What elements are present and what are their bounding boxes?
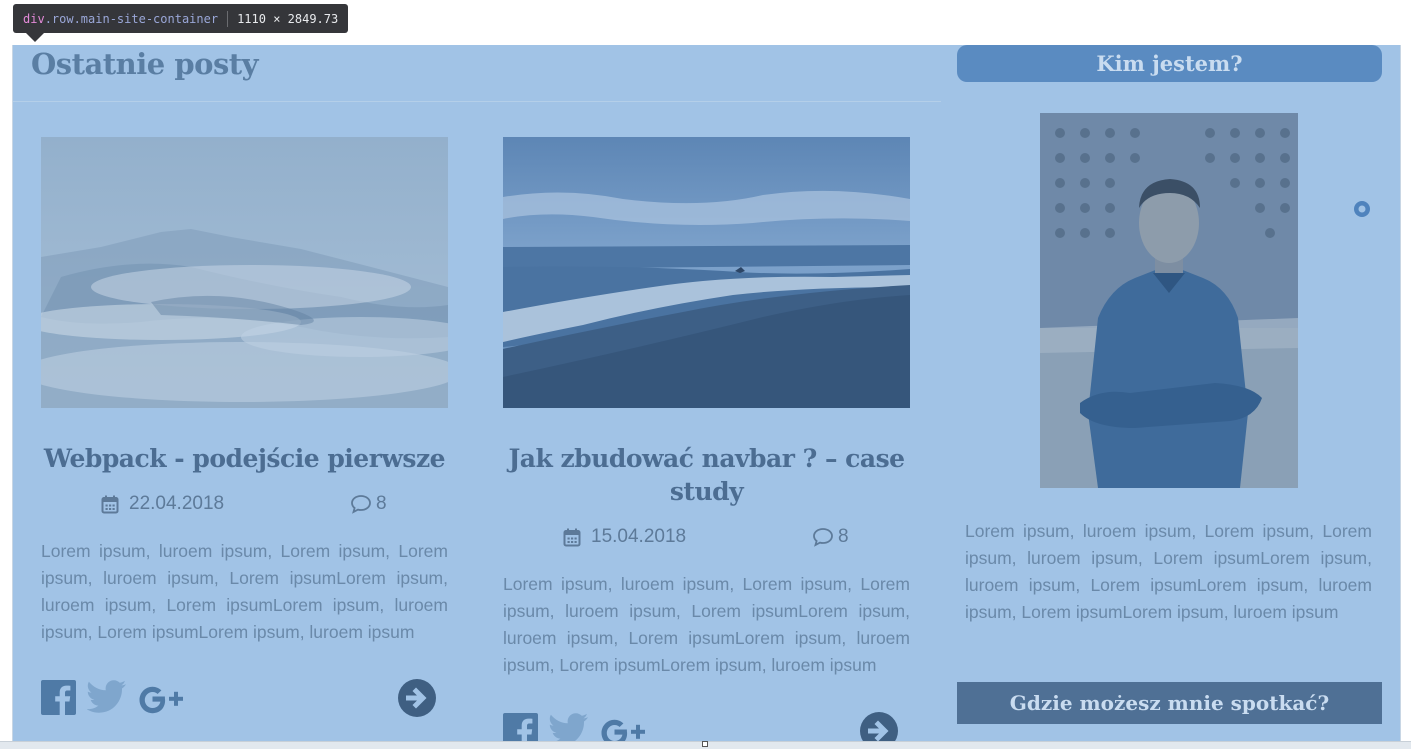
comment-icon xyxy=(813,528,833,547)
tooltip-classes: .row.main-site-container xyxy=(44,11,219,26)
meet-heading: Gdzie możesz mnie spotkać? xyxy=(957,682,1382,724)
post-meta: 15.04.2018 8 xyxy=(503,520,910,554)
arrow-right-circle-icon[interactable] xyxy=(397,678,437,718)
tooltip-arrow xyxy=(26,33,44,42)
facebook-icon[interactable] xyxy=(41,680,76,715)
post-thumbnail-misty-mountain[interactable] xyxy=(41,137,448,408)
section-title: Ostatnie posty xyxy=(31,47,259,81)
resize-handle[interactable] xyxy=(702,741,708,747)
calendar-icon xyxy=(101,495,119,513)
post-card: Webpack - podejście pierwsze 22.04.2018 … xyxy=(41,137,448,720)
title-divider xyxy=(13,101,941,102)
comment-icon xyxy=(351,495,371,514)
post-date: 22.04.2018 xyxy=(101,487,224,521)
post-meta: 22.04.2018 8 xyxy=(41,487,448,521)
about-heading: Kim jestem? xyxy=(957,45,1382,82)
post-date-text: 15.04.2018 xyxy=(591,526,687,547)
post-date: 15.04.2018 xyxy=(563,520,686,554)
calendar-icon xyxy=(563,528,581,546)
post-excerpt: Lorem ipsum, luroem ipsum, Lorem ipsum, … xyxy=(503,574,910,675)
post-thumbnail-beach[interactable] xyxy=(503,137,910,408)
main-site-container: Ostatnie posty Webpack - podejście pierw… xyxy=(12,45,1401,748)
twitter-icon[interactable] xyxy=(87,680,127,714)
post-date-text: 22.04.2018 xyxy=(129,493,225,514)
tooltip-dimensions: 1110 × 2849.73 xyxy=(237,11,339,26)
post-comments[interactable]: 8 xyxy=(350,487,387,521)
inspector-tooltip: div .row.main-site-container 1110 × 2849.… xyxy=(13,4,349,33)
sidebar: Kim jestem? Lorem ipsum, luroem ipsum, L… xyxy=(957,45,1382,748)
post-excerpt: Lorem ipsum, luroem ipsum, Lorem ipsum, … xyxy=(41,541,448,642)
google-plus-icon[interactable] xyxy=(138,684,188,714)
post-comment-count: 8 xyxy=(838,526,849,547)
tooltip-tag: div xyxy=(23,11,45,26)
carousel-dot-icon[interactable] xyxy=(1353,200,1371,218)
post-comments[interactable]: 8 xyxy=(812,520,849,554)
post-title[interactable]: Webpack - podejście pierwsze xyxy=(41,442,448,475)
post-share-bar xyxy=(41,678,448,720)
post-card: Jak zbudować navbar ? – case study 15.04… xyxy=(503,137,910,748)
author-photo xyxy=(1040,113,1298,488)
post-comment-count: 8 xyxy=(376,493,387,514)
tooltip-divider xyxy=(227,10,229,27)
post-title[interactable]: Jak zbudować navbar ? – case study xyxy=(503,442,910,508)
about-text: Lorem ipsum, luroem ipsum, Lorem ipsum, … xyxy=(965,521,1372,622)
